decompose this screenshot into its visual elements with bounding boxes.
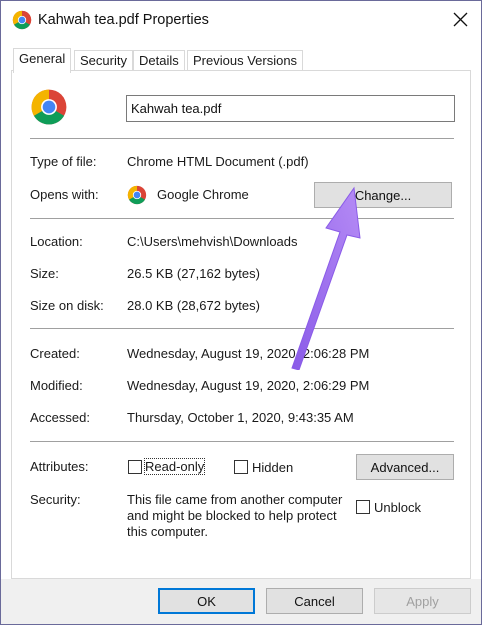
hidden-checkbox[interactable] — [234, 460, 248, 474]
close-icon — [453, 12, 467, 26]
security-text-line-1: This file came from another computer — [127, 492, 343, 507]
tab-security[interactable]: Security — [74, 50, 133, 72]
accessed-value: Thursday, October 1, 2020, 9:43:35 AM — [127, 410, 354, 425]
unblock-checkbox[interactable] — [356, 500, 370, 514]
close-window-button[interactable] — [447, 6, 473, 32]
separator — [30, 138, 454, 139]
apply-button-label: Apply — [406, 593, 439, 609]
tab-general-label: General — [19, 51, 66, 66]
separator — [30, 328, 454, 329]
opens-with-label: Opens with: — [30, 187, 99, 202]
tab-previous-versions-label: Previous Versions — [193, 53, 298, 68]
file-type-chrome-icon — [30, 88, 68, 126]
change-button[interactable]: Change... — [314, 182, 452, 208]
created-value: Wednesday, August 19, 2020, 2:06:28 PM — [127, 346, 370, 361]
tab-general[interactable]: General — [13, 48, 72, 73]
tab-previous-versions[interactable]: Previous Versions — [187, 50, 304, 72]
hidden-label[interactable]: Hidden — [252, 460, 293, 475]
modified-label: Modified: — [30, 378, 83, 393]
security-text-line-3: this computer. — [127, 524, 208, 539]
cancel-button[interactable]: Cancel — [266, 588, 363, 614]
tab-details[interactable]: Details — [133, 50, 185, 72]
size-value: 26.5 KB (27,162 bytes) — [127, 266, 260, 281]
created-label: Created: — [30, 346, 80, 361]
read-only-label[interactable]: Read-only — [143, 458, 206, 475]
ok-button[interactable]: OK — [158, 588, 255, 614]
location-label: Location: — [30, 234, 83, 249]
attributes-label: Attributes: — [30, 459, 89, 474]
cancel-button-label: Cancel — [294, 593, 335, 609]
opens-with-chrome-icon — [127, 185, 147, 205]
change-button-label: Change... — [354, 187, 412, 203]
size-on-disk-value: 28.0 KB (28,672 bytes) — [127, 298, 260, 313]
apply-button: Apply — [374, 588, 471, 614]
opens-with-value: Google Chrome — [157, 187, 249, 202]
read-only-checkbox[interactable] — [128, 460, 142, 474]
accessed-label: Accessed: — [30, 410, 90, 425]
type-of-file-label: Type of file: — [30, 154, 97, 169]
window-title: Kahwah tea.pdf Properties — [38, 12, 209, 28]
separator — [30, 441, 454, 442]
file-name-input[interactable] — [126, 95, 455, 122]
type-of-file-value: Chrome HTML Document (.pdf) — [127, 154, 309, 169]
security-text-line-2: and might be blocked to help protect — [127, 508, 337, 523]
security-label: Security: — [30, 492, 81, 507]
size-on-disk-label: Size on disk: — [30, 298, 104, 313]
title-bar-chrome-icon — [12, 10, 32, 30]
size-label: Size: — [30, 266, 59, 281]
advanced-button[interactable]: Advanced... — [356, 454, 454, 480]
separator — [30, 218, 454, 219]
location-value: C:\Users\mehvish\Downloads — [127, 234, 298, 249]
unblock-label[interactable]: Unblock — [374, 500, 421, 515]
advanced-button-label: Advanced... — [370, 459, 440, 475]
tab-details-label: Details — [139, 53, 179, 68]
modified-value: Wednesday, August 19, 2020, 2:06:29 PM — [127, 378, 370, 393]
tab-security-label: Security — [80, 53, 127, 68]
ok-button-label: OK — [197, 593, 216, 609]
